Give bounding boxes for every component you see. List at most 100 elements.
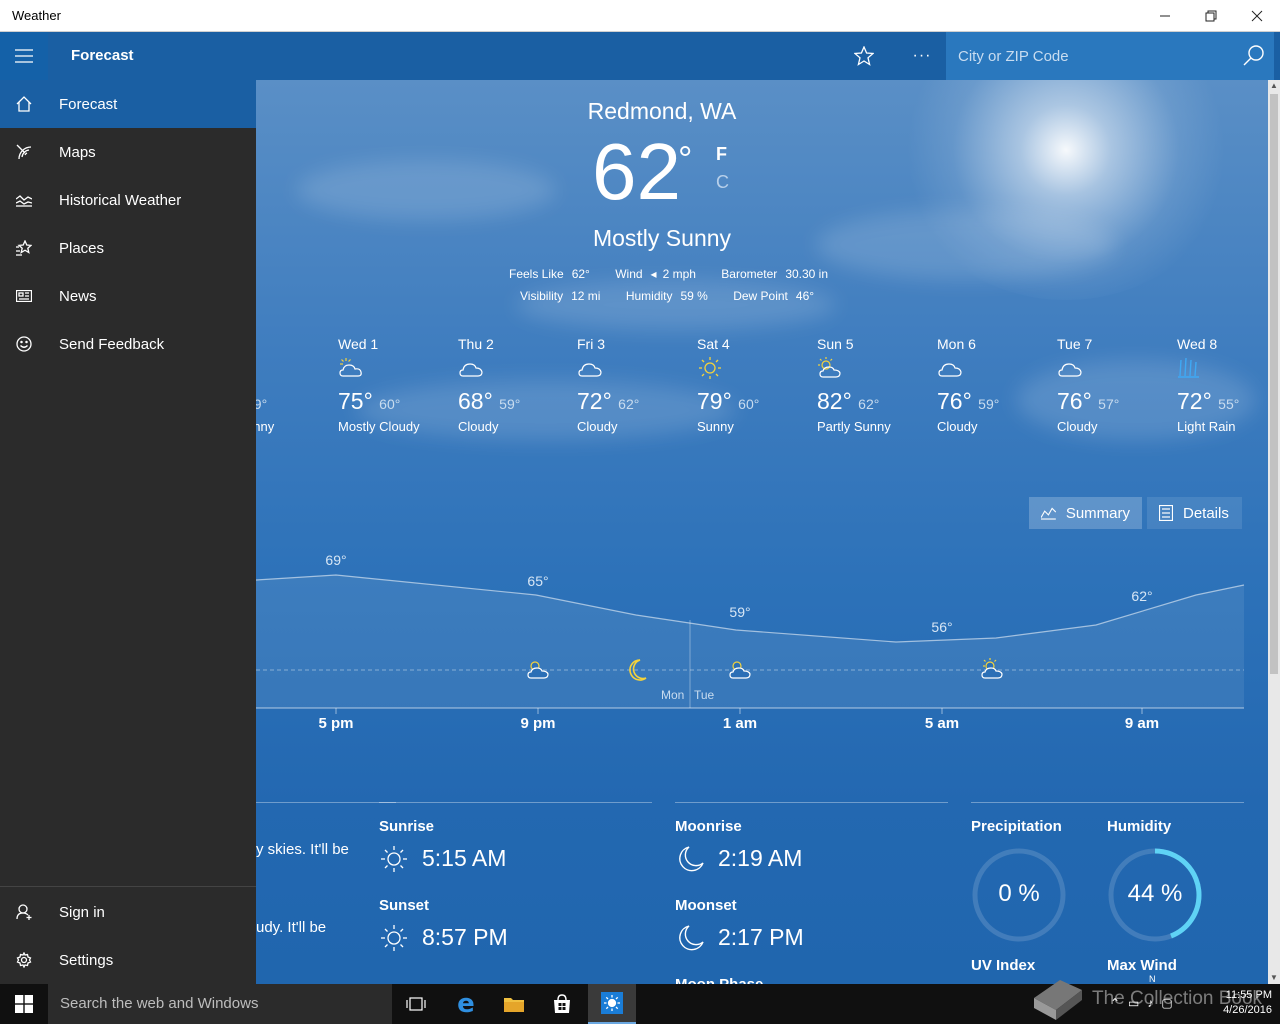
nav-divider xyxy=(0,886,256,887)
system-tray-icons[interactable]: ⌃▭♪▢ xyxy=(1110,996,1181,1010)
daily-item[interactable]: Thu 2 68° 59° Cloudy xyxy=(458,336,568,434)
task-view-button[interactable] xyxy=(392,984,440,1024)
hour-label: 1 am xyxy=(722,715,758,732)
unit-celsius[interactable]: C xyxy=(716,172,729,193)
day-low: 59° xyxy=(978,396,1000,412)
details-icon xyxy=(1159,505,1173,521)
weather-app-icon xyxy=(601,992,623,1014)
day-name: Wed 1 xyxy=(338,336,379,352)
day-temps: 75° 60° xyxy=(338,388,448,415)
panel-divider xyxy=(971,802,1244,803)
daily-item[interactable]: Fri 3 72° 62° Cloudy xyxy=(577,336,687,434)
favorite-button[interactable] xyxy=(844,32,884,80)
restore-button[interactable] xyxy=(1188,0,1234,32)
day-high: 75° xyxy=(338,388,373,414)
city-name: Redmond, WA xyxy=(587,98,737,124)
moonset-icon xyxy=(679,925,704,951)
current-temp: 62 xyxy=(592,127,681,216)
nav-label: Maps xyxy=(59,143,96,161)
unit-fahrenheit[interactable]: F xyxy=(716,144,727,165)
cloud-icon xyxy=(937,356,1047,386)
sun-icon xyxy=(697,356,807,386)
day-temps: 68° 59° xyxy=(458,388,568,415)
day-temps: 76° 57° xyxy=(1057,388,1167,415)
day-temps: 82° 62° xyxy=(817,388,927,415)
nav-item-maps[interactable]: Maps xyxy=(0,128,256,176)
nav-item-places[interactable]: Places xyxy=(0,224,256,272)
location-search-input[interactable] xyxy=(946,32,1236,80)
hourly-chart: 69° 65° 59° 56° 62° Mon Tue 5 pm 9 pm 1 … xyxy=(256,540,1268,740)
humidity-metric-value: 44 % xyxy=(1127,880,1183,907)
more-button[interactable]: ··· xyxy=(902,32,942,80)
store-button[interactable] xyxy=(538,984,586,1024)
edge-button[interactable]: e xyxy=(442,984,490,1024)
nav-item-news[interactable]: News xyxy=(0,272,256,320)
nav-pane: Forecast Maps Historical Weather Places … xyxy=(0,80,256,984)
day-high: 76° xyxy=(937,388,972,414)
scrollbar[interactable]: ▲ ▼ xyxy=(1268,80,1280,984)
hour-temp: 69° xyxy=(325,552,347,568)
sunrise-label: Sunrise xyxy=(379,818,435,835)
day-low: 57° xyxy=(1098,396,1120,412)
day-condition: Light Rain xyxy=(1177,419,1236,434)
minimize-button[interactable] xyxy=(1142,0,1188,32)
day-temps: 72° 55° xyxy=(1177,388,1268,415)
wind-value: 2 mph xyxy=(662,267,696,281)
day-name: Sun 5 xyxy=(817,336,854,352)
hour-label: 5 pm xyxy=(318,715,354,732)
hamburger-button[interactable] xyxy=(0,32,48,80)
scroll-up-icon[interactable]: ▲ xyxy=(1268,80,1280,92)
details-button[interactable]: Details xyxy=(1147,497,1242,529)
tick-marks xyxy=(335,708,1143,714)
title-bar: Weather xyxy=(0,0,1280,32)
task-view-icon xyxy=(406,997,426,1011)
windows-logo-icon xyxy=(15,995,33,1013)
hour-temp: 56° xyxy=(931,619,953,635)
cloud-icon xyxy=(458,356,568,386)
nav-item-historical[interactable]: Historical Weather xyxy=(0,176,256,224)
start-button[interactable] xyxy=(0,984,48,1024)
visibility-value: 12 mi xyxy=(571,289,601,303)
daily-item[interactable]: Sun 5 82° 62° Partly Sunny xyxy=(817,336,927,434)
daily-item[interactable]: Wed 8 72° 55° Light Rain xyxy=(1177,336,1268,434)
taskbar-search[interactable]: Search the web and Windows xyxy=(48,984,392,1024)
search-icon[interactable] xyxy=(1242,44,1266,68)
close-button[interactable] xyxy=(1234,0,1280,32)
daily-item[interactable]: Mon 6 76° 59° Cloudy xyxy=(937,336,1047,434)
day-condition: Cloudy xyxy=(1057,419,1098,434)
day-low: 62° xyxy=(858,396,880,412)
star-list-icon xyxy=(0,224,48,272)
wind-direction: N xyxy=(1149,974,1156,984)
daily-item[interactable]: Tue 7 76° 57° Cloudy xyxy=(1057,336,1167,434)
daily-item[interactable]: Wed 1 75° 60° Mostly Cloudy xyxy=(338,336,448,434)
nav-item-sign-in[interactable]: Sign in xyxy=(0,888,256,936)
smiley-icon xyxy=(0,320,48,368)
location-search xyxy=(946,32,1274,80)
humidity-label: Humidity xyxy=(625,289,673,303)
sunset-icon xyxy=(381,925,407,951)
nav-item-forecast[interactable]: Forecast xyxy=(0,80,256,128)
summary-label: Summary xyxy=(1065,504,1130,522)
nav-label: Sign in xyxy=(59,903,105,921)
scroll-down-icon[interactable]: ▼ xyxy=(1268,972,1280,984)
hour-temp: 62° xyxy=(1131,588,1153,604)
day-condition: Sunny xyxy=(697,419,734,434)
nav-label: News xyxy=(59,287,97,305)
moonrise-icon xyxy=(679,846,704,872)
moon-phase-label: Moon Phase xyxy=(675,976,763,984)
nav-item-feedback[interactable]: Send Feedback xyxy=(0,320,256,368)
day-temps: 72° 62° xyxy=(577,388,687,415)
daily-item[interactable]: Sat 4 79° 60° Sunny xyxy=(697,336,807,434)
page-title: Forecast xyxy=(71,47,134,64)
day-low: 55° xyxy=(1218,396,1240,412)
summary-button[interactable]: Summary xyxy=(1029,497,1142,529)
weather-app-button[interactable] xyxy=(588,984,636,1024)
max-wind-label: Max Wind xyxy=(1107,957,1177,974)
file-explorer-button[interactable] xyxy=(490,984,538,1024)
stats-row-1: Feels Like 62° Wind ◂ 2 mph Barometer 30.30 … xyxy=(509,267,850,281)
nav-item-settings[interactable]: Settings xyxy=(0,936,256,984)
clock[interactable]: 11:55 PM 4/26/2016 xyxy=(1223,988,1272,1018)
scroll-thumb[interactable] xyxy=(1270,94,1278,674)
line-chart-icon xyxy=(1041,507,1056,520)
day-name: Sat 4 xyxy=(697,336,730,352)
